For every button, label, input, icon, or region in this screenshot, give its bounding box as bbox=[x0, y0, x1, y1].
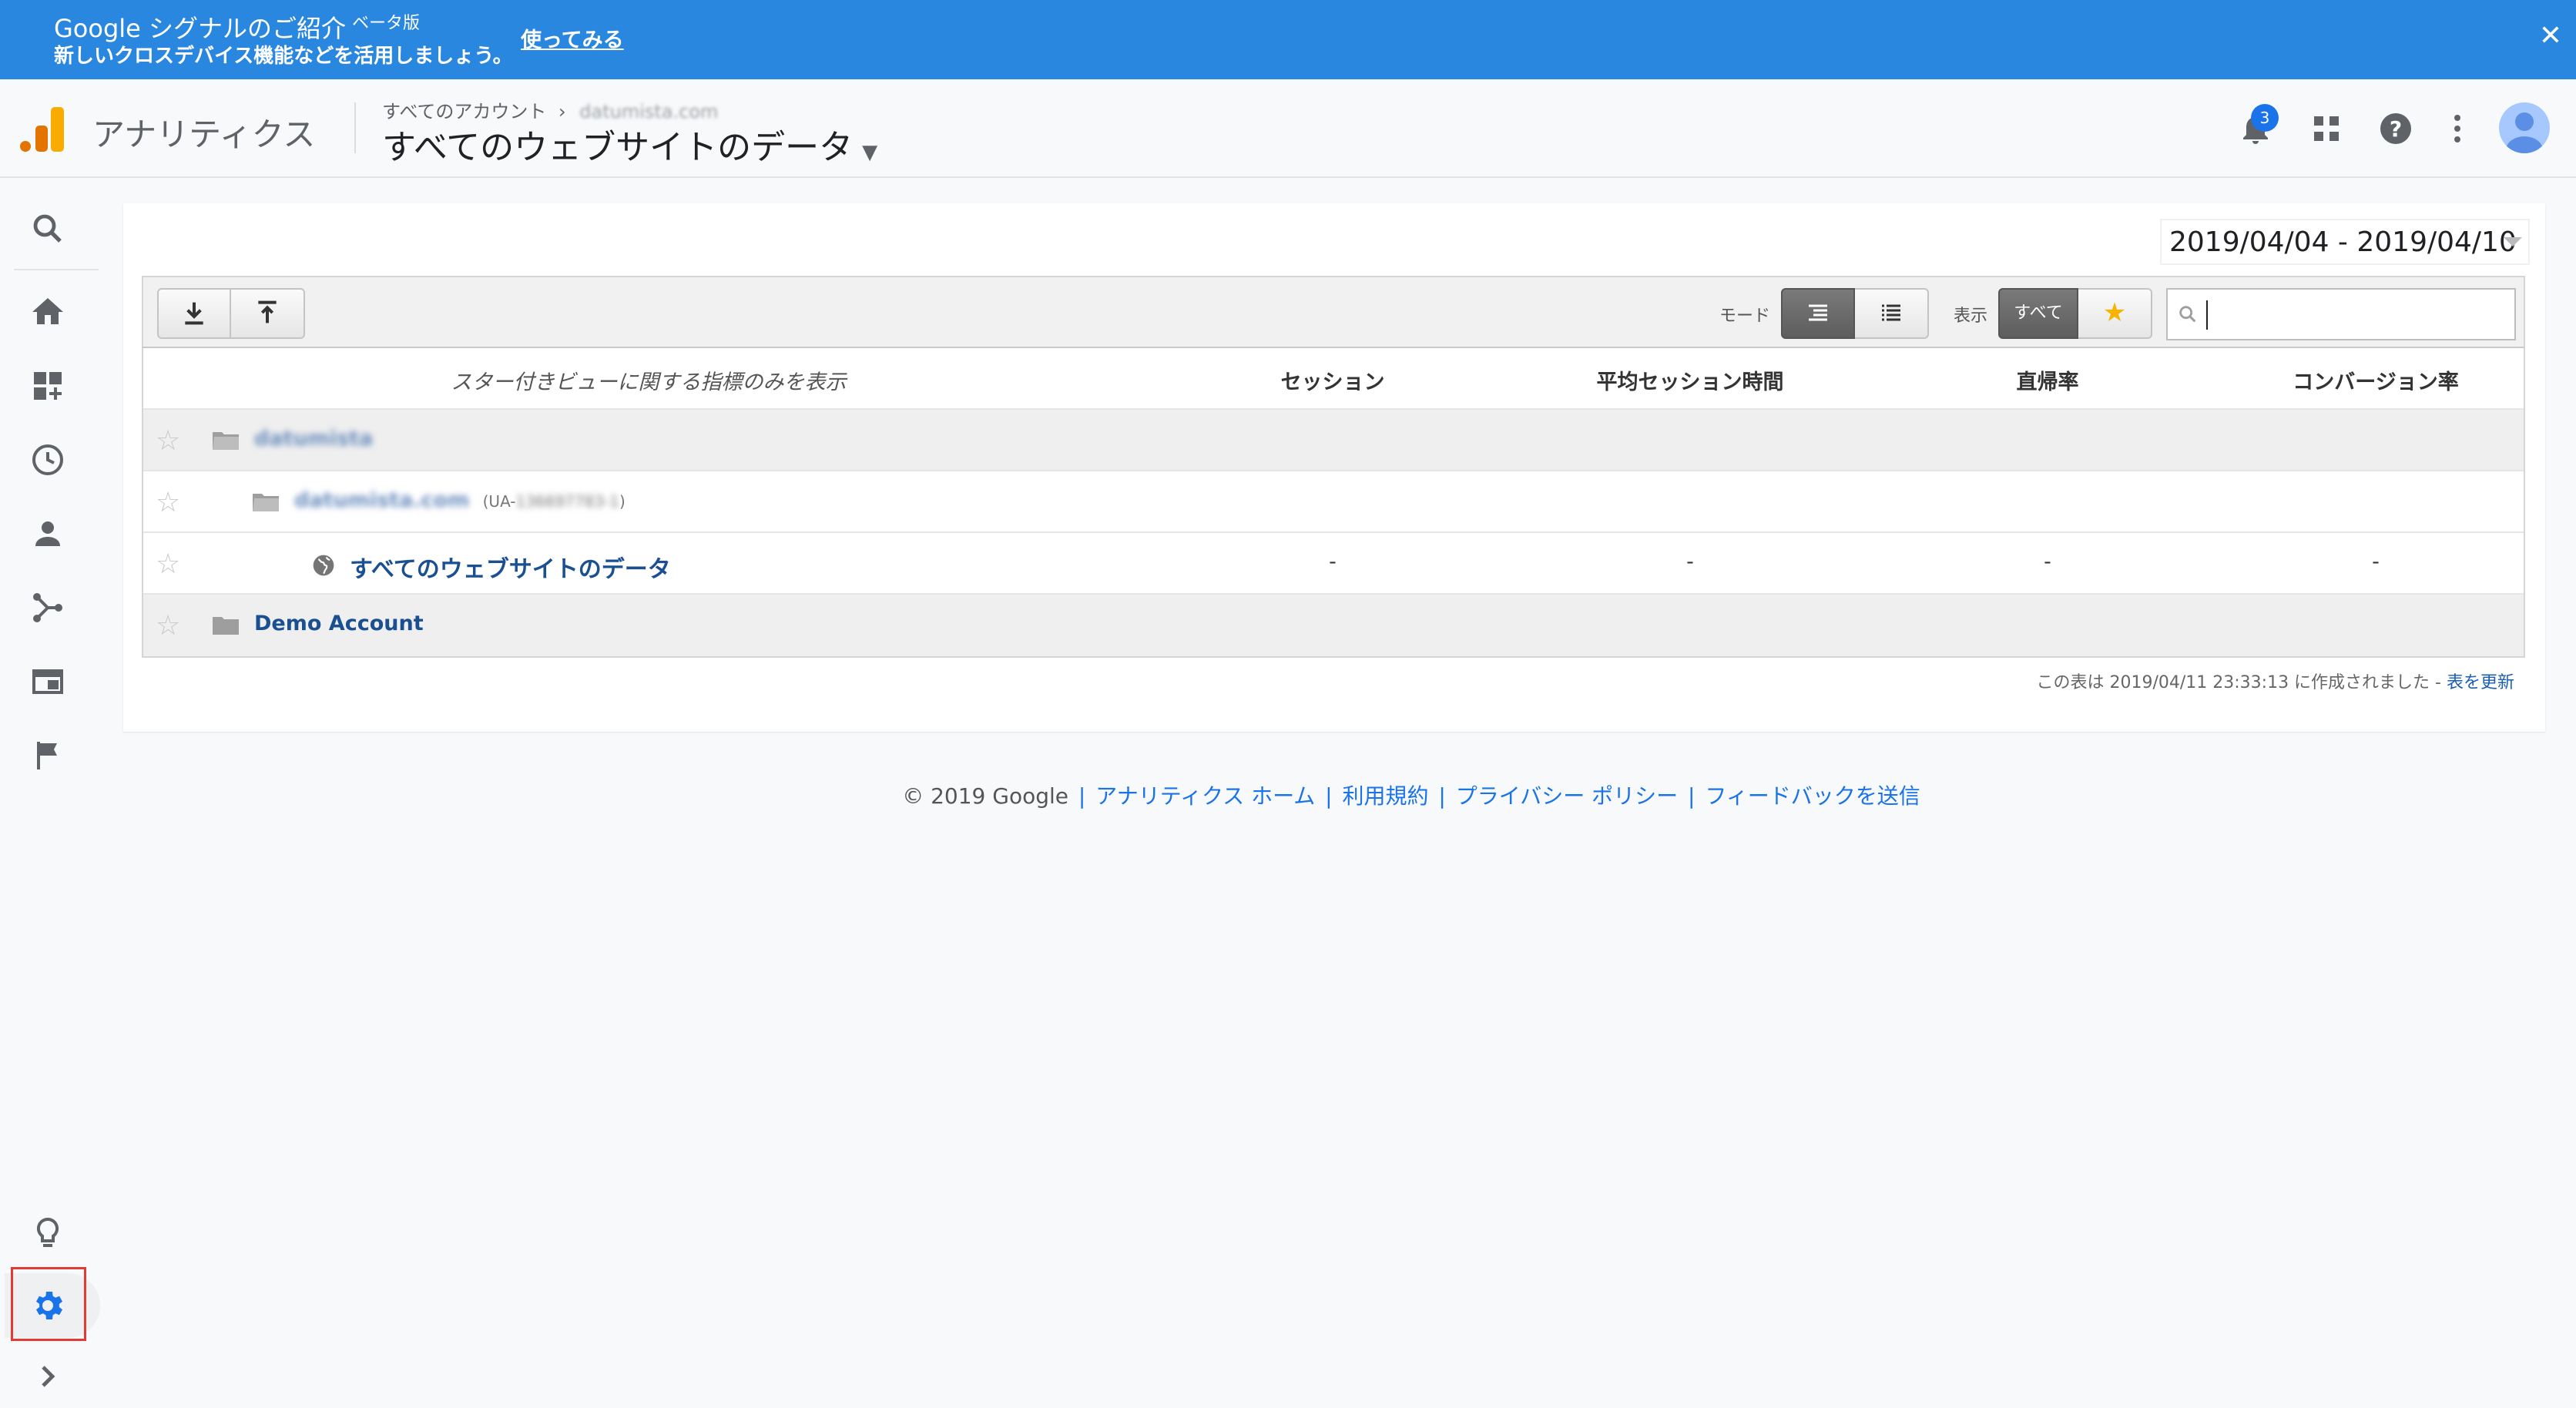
admin-gear-icon[interactable] bbox=[29, 1287, 66, 1324]
show-all-button[interactable]: すべて bbox=[1998, 288, 2078, 339]
tree-mode-button[interactable] bbox=[1781, 288, 1855, 339]
folder-icon bbox=[213, 617, 239, 635]
star-icon[interactable]: ☆ bbox=[156, 610, 180, 642]
footer-separator: | bbox=[1438, 783, 1446, 809]
property-id-close: ) bbox=[619, 492, 626, 511]
starred-metrics-hint: スター付きビューに関する指標のみを表示 bbox=[451, 370, 847, 394]
table-row: ☆ datumista bbox=[143, 410, 2524, 471]
export-button[interactable] bbox=[157, 288, 231, 339]
property-name[interactable]: datumista.com bbox=[294, 488, 469, 512]
table-header: スター付きビューに関する指標のみを表示 セッション 平均セッション時間 直帰率 … bbox=[143, 348, 2524, 410]
app-name: アナリティクス bbox=[92, 116, 316, 153]
view-selector[interactable]: すべてのウェブサイトのデータ ▼ bbox=[382, 119, 877, 169]
table-row: ☆ すべてのウェブサイトのデータ - - - - bbox=[143, 533, 2524, 595]
footnote-text: この表は 2019/04/11 23:33:13 に作成されました - bbox=[2036, 673, 2447, 692]
mode-label: モード bbox=[1719, 307, 1771, 326]
globe-icon bbox=[313, 555, 334, 576]
list-mode-button[interactable] bbox=[1855, 288, 1929, 339]
import-button[interactable] bbox=[231, 288, 305, 339]
behavior-icon[interactable] bbox=[29, 663, 66, 700]
home-icon[interactable] bbox=[29, 293, 66, 330]
col-conversion-rate[interactable]: コンバージョン率 bbox=[2226, 365, 2525, 395]
page-footer: © 2019 Google | アナリティクス ホーム | 利用規約 | プライ… bbox=[0, 779, 2576, 810]
banner-beta-tag: ベータ版 bbox=[352, 14, 421, 33]
search-box[interactable] bbox=[2166, 288, 2516, 340]
svg-text:?: ? bbox=[2390, 116, 2402, 142]
banner-try-link[interactable]: 使ってみる bbox=[521, 23, 624, 53]
sessions-value: - bbox=[1329, 550, 1337, 574]
refresh-table-link[interactable]: 表を更新 bbox=[2447, 673, 2514, 692]
help-icon[interactable]: ? bbox=[2377, 110, 2414, 147]
table-row: ☆ datumista.com (UA-136697783-1) bbox=[143, 471, 2524, 533]
date-range-picker[interactable]: 2019/04/04 - 2019/04/10 bbox=[2160, 219, 2530, 265]
view-link[interactable]: すべてのウェブサイトのデータ bbox=[350, 550, 671, 584]
footer-link-analytics-home[interactable]: アナリティクス ホーム bbox=[1095, 783, 1315, 809]
banner-subtitle: 新しいクロスデバイス機能などを活用しましょう。 bbox=[54, 45, 513, 68]
account-name[interactable]: datumista bbox=[254, 427, 373, 451]
table-row: ☆ Demo Account bbox=[143, 595, 2524, 656]
search-icon[interactable] bbox=[29, 210, 66, 247]
more-vert-icon[interactable] bbox=[2439, 110, 2476, 147]
conversions-flag-icon[interactable] bbox=[29, 737, 66, 774]
date-dropdown-icon bbox=[2504, 237, 2522, 246]
app-header: アナリティクス すべてのアカウント › datumista.com すべてのウェ… bbox=[0, 79, 2576, 178]
apps-grid-icon[interactable] bbox=[2308, 110, 2345, 147]
banner-title: Google シグナルのご紹介 bbox=[54, 14, 347, 43]
folder-icon bbox=[253, 494, 279, 511]
banner-close-icon[interactable]: ✕ bbox=[2539, 20, 2562, 52]
caret-down-icon: ▼ bbox=[862, 141, 878, 164]
avg-session-duration-value: - bbox=[1686, 550, 1694, 574]
star-icon[interactable]: ☆ bbox=[156, 425, 180, 457]
search-input[interactable] bbox=[2205, 297, 2505, 331]
header-divider bbox=[354, 102, 356, 153]
star-icon[interactable]: ☆ bbox=[156, 487, 180, 518]
table-toolbar: モード 表示 すべて ★ bbox=[142, 276, 2525, 348]
signals-banner: Google シグナルのご紹介 ベータ版 新しいクロスデバイス機能などを活用しまし… bbox=[0, 0, 2576, 79]
nav-separator bbox=[14, 269, 99, 270]
demo-account-name[interactable]: Demo Account bbox=[254, 612, 424, 635]
property-entry: datumista.com (UA-136697783-1) bbox=[294, 488, 626, 512]
audience-person-icon[interactable] bbox=[29, 515, 66, 552]
show-starred-star-icon[interactable]: ★ bbox=[2078, 288, 2152, 339]
col-avg-session-duration[interactable]: 平均セッション時間 bbox=[1511, 365, 1869, 395]
copyright: © 2019 Google bbox=[902, 783, 1068, 809]
text-cursor bbox=[2206, 300, 2208, 330]
table-footnote: この表は 2019/04/11 23:33:13 に作成されました - 表を更新 bbox=[2036, 669, 2514, 693]
analytics-logo-icon[interactable] bbox=[20, 106, 65, 152]
expand-chevron-icon[interactable] bbox=[29, 1358, 66, 1395]
footer-link-feedback[interactable]: フィードバックを送信 bbox=[1705, 783, 1920, 809]
col-sessions[interactable]: セッション bbox=[1154, 365, 1511, 395]
search-icon bbox=[2179, 306, 2196, 323]
footer-separator: | bbox=[1688, 783, 1696, 809]
folder-icon bbox=[213, 432, 239, 450]
discover-bulb-icon[interactable] bbox=[29, 1215, 66, 1252]
customization-icon[interactable] bbox=[29, 367, 66, 404]
account-explorer-card: 2019/04/04 - 2019/04/10 モード 表示 すべて ★ スター… bbox=[123, 203, 2545, 732]
footer-link-privacy[interactable]: プライバシー ポリシー bbox=[1456, 783, 1678, 809]
account-avatar[interactable] bbox=[2499, 102, 2550, 153]
col-bounce-rate[interactable]: 直帰率 bbox=[1869, 365, 2226, 395]
conversion-rate-value: - bbox=[2372, 550, 2380, 574]
star-icon[interactable]: ☆ bbox=[156, 548, 180, 580]
property-id-prefix: (UA- bbox=[482, 492, 516, 511]
footer-separator: | bbox=[1325, 783, 1333, 809]
view-title: すべてのウェブサイトのデータ bbox=[382, 128, 854, 167]
acquisition-icon[interactable] bbox=[29, 589, 66, 626]
show-label: 表示 bbox=[1954, 307, 1988, 326]
footer-separator: | bbox=[1078, 783, 1086, 809]
property-id-number: 136697783-1 bbox=[515, 492, 619, 511]
footer-link-terms[interactable]: 利用規約 bbox=[1342, 783, 1428, 809]
realtime-clock-icon[interactable] bbox=[29, 441, 66, 478]
date-range-text: 2019/04/04 - 2019/04/10 bbox=[2169, 226, 2517, 258]
bounce-rate-value: - bbox=[2044, 550, 2051, 574]
notification-count-badge: 3 bbox=[2251, 104, 2279, 132]
account-table: スター付きビューに関する指標のみを表示 セッション 平均セッション時間 直帰率 … bbox=[142, 348, 2525, 658]
